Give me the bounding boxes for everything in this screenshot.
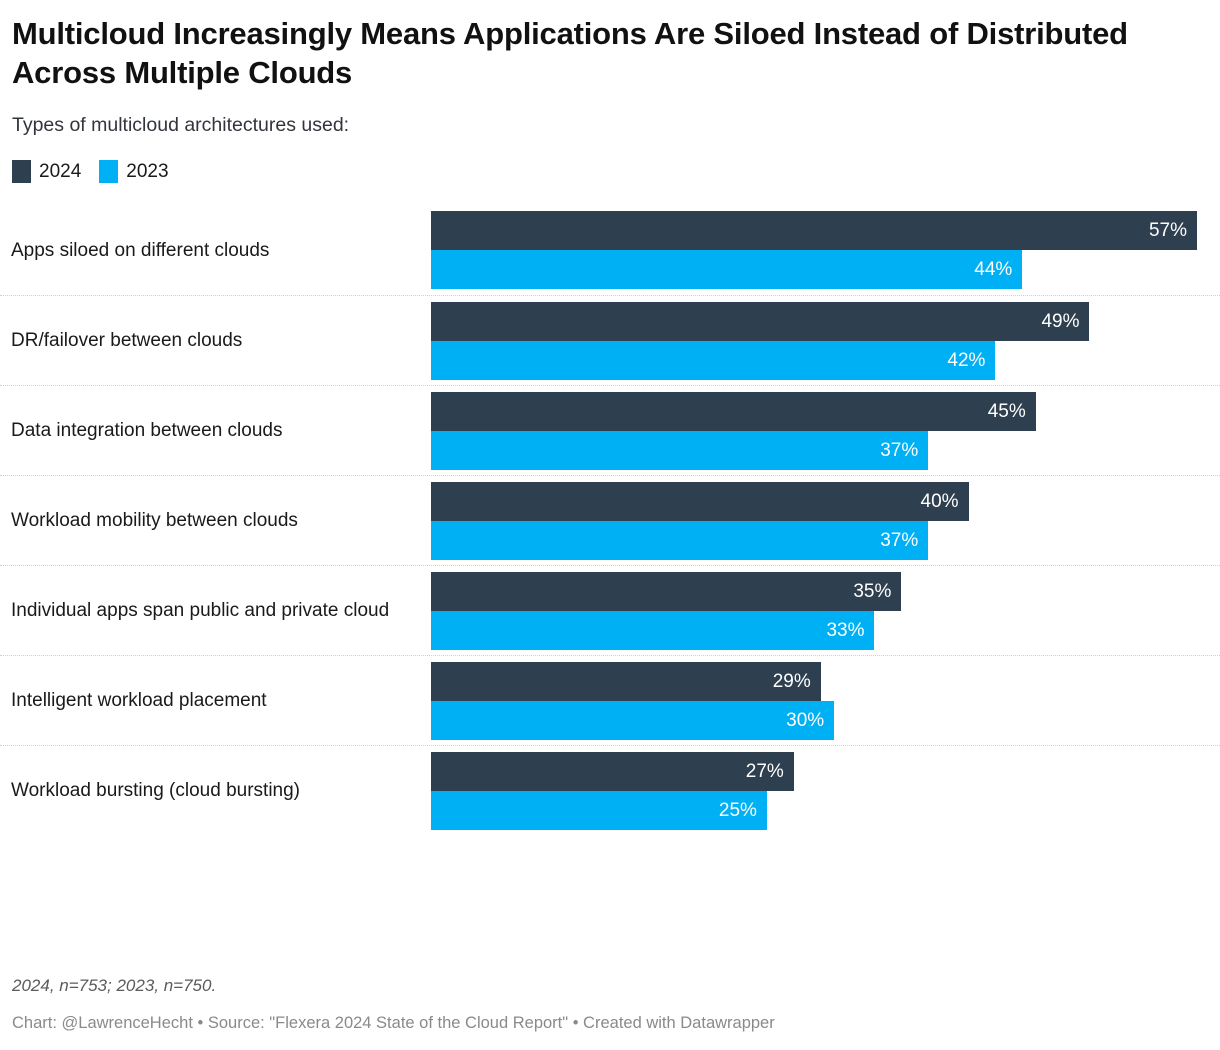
bar-2023[interactable]: 33%: [431, 610, 875, 650]
chart-header: Multicloud Increasingly Means Applicatio…: [0, 0, 1220, 138]
chart-subtitle: Types of multicloud architectures used:: [12, 114, 350, 136]
bar-value-label: 25%: [718, 799, 757, 821]
bar-2023[interactable]: 44%: [431, 250, 1023, 289]
chart-row: Data integration between clouds 45% 37%: [0, 385, 1220, 475]
row-bars: 35% 33%: [431, 571, 1220, 650]
bar-2023[interactable]: 30%: [431, 700, 835, 740]
chart-footer: 2024, n=753; 2023, n=750. Chart: @Lawren…: [0, 975, 1220, 1034]
legend-item-2023[interactable]: 2023: [99, 160, 169, 183]
legend-swatch-icon-2023: [99, 160, 119, 183]
row-bars: 29% 30%: [431, 661, 1220, 740]
chart-row: Intelligent workload placement 29% 30%: [0, 655, 1220, 745]
footer-note: 2024, n=753; 2023, n=750.: [12, 976, 217, 995]
row-bars: 49% 42%: [431, 301, 1220, 380]
legend-item-2024[interactable]: 2024: [12, 160, 81, 183]
bar-2024[interactable]: 45%: [431, 391, 1036, 431]
bar-2024[interactable]: 29%: [431, 661, 821, 701]
bar-2024[interactable]: 57%: [431, 211, 1197, 250]
bar-value-label: 44%: [974, 259, 1013, 280]
bar-2024[interactable]: 27%: [431, 751, 794, 791]
bar-2023[interactable]: 37%: [431, 430, 929, 470]
bar-value-label: 35%: [853, 580, 892, 602]
row-bars: 45% 37%: [431, 391, 1220, 470]
bar-2023[interactable]: 42%: [431, 340, 996, 380]
chart-row: Workload bursting (cloud bursting) 27% 25%: [0, 745, 1220, 835]
row-category-label: Intelligent workload placement: [11, 690, 267, 711]
row-bars: 27% 25%: [431, 751, 1220, 830]
chart-title: Multicloud Increasingly Means Applicatio…: [12, 16, 1128, 90]
chart-container: Multicloud Increasingly Means Applicatio…: [0, 0, 1220, 1050]
legend-label-2024: 2024: [39, 161, 82, 182]
bar-value-label: 49%: [1041, 310, 1080, 332]
bar-value-label: 57%: [1148, 220, 1187, 241]
chart-legend: 2024 2023: [12, 160, 1220, 183]
row-bars: 40% 37%: [431, 481, 1220, 560]
row-category-label: Workload bursting (cloud bursting): [11, 780, 301, 801]
chart-row: Individual apps span public and private …: [0, 565, 1220, 655]
legend-label-2023: 2023: [126, 161, 169, 182]
row-category-label: Individual apps span public and private …: [11, 600, 390, 621]
bar-value-label: 30%: [786, 709, 825, 731]
bar-2023[interactable]: 37%: [431, 520, 929, 560]
bar-2023[interactable]: 25%: [431, 790, 767, 830]
bar-value-label: 33%: [826, 619, 865, 641]
bar-2024[interactable]: 35%: [431, 571, 902, 611]
row-category-label: Apps siloed on different clouds: [11, 239, 270, 261]
bar-value-label: 27%: [745, 760, 784, 782]
bar-value-label: 40%: [920, 490, 959, 512]
chart-rows: Apps siloed on different clouds 57% 44% DR/…: [0, 205, 1220, 835]
bar-value-label: 37%: [880, 439, 919, 461]
bar-value-label: 42%: [947, 349, 986, 371]
row-category-label: DR/failover between clouds: [11, 330, 243, 351]
row-category-label: Workload mobility between clouds: [11, 510, 298, 531]
chart-row: DR/failover between clouds 49% 42%: [0, 295, 1220, 385]
legend-swatch-icon-2024: [12, 160, 31, 183]
bar-value-label: 45%: [987, 400, 1026, 422]
footer-credit: Chart: @LawrenceHecht • Source: "Flexera…: [12, 1014, 775, 1032]
bar-value-label: 37%: [880, 529, 919, 551]
bar-2024[interactable]: 49%: [431, 301, 1090, 341]
row-category-label: Data integration between clouds: [11, 420, 283, 441]
bar-value-label: 29%: [772, 670, 811, 692]
chart-row: Workload mobility between clouds 40% 37%: [0, 475, 1220, 565]
chart-row: Apps siloed on different clouds 57% 44%: [0, 205, 1220, 295]
row-bars: 57% 44%: [431, 211, 1220, 289]
bar-2024[interactable]: 40%: [431, 481, 969, 521]
